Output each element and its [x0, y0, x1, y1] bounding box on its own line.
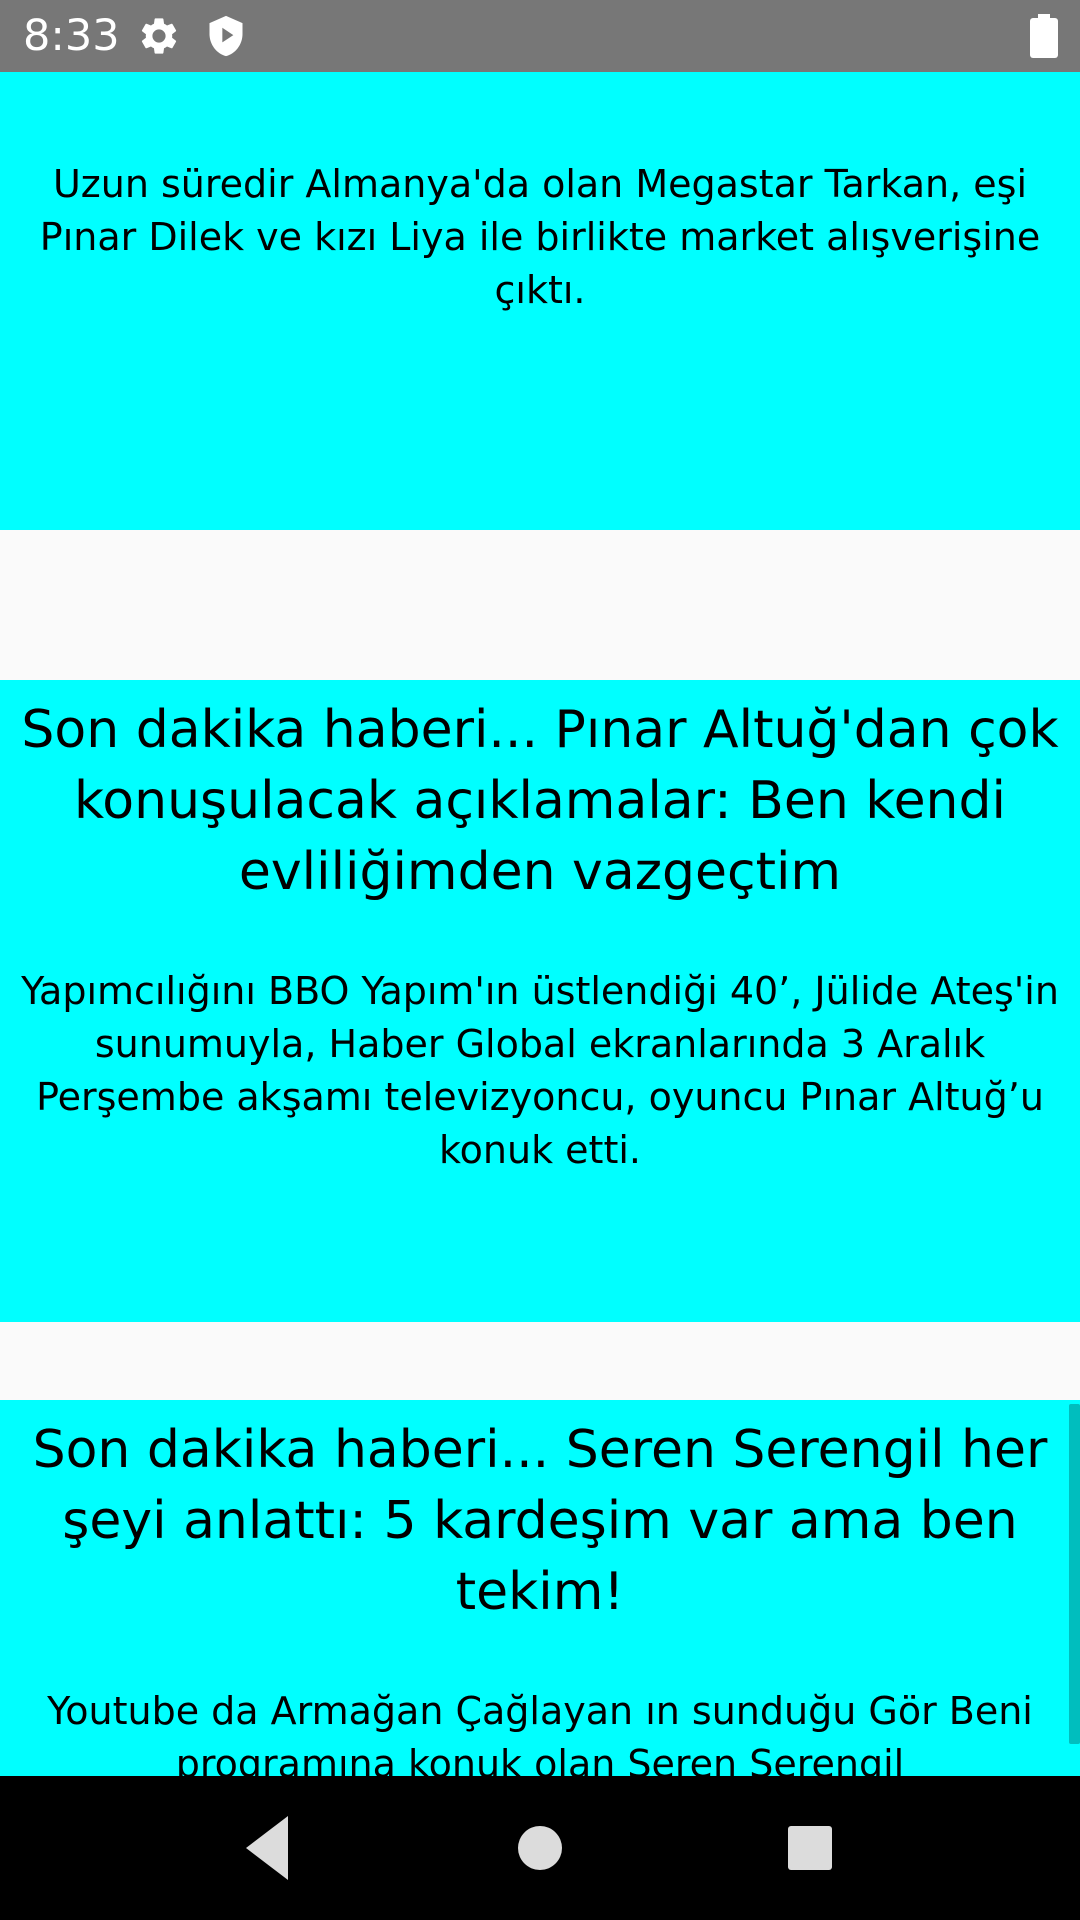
- news-title: Son dakika haberi... Seren Serengil her …: [32, 1420, 1048, 1622]
- shield-play-icon: [204, 14, 248, 58]
- navigation-bar: [0, 1776, 1080, 1920]
- news-card[interactable]: Son dakika haberi... Pınar Altuğ'dan çok…: [0, 680, 1080, 1322]
- status-time: 8:33: [23, 11, 120, 61]
- battery-icon: [1030, 14, 1058, 58]
- gear-icon: [137, 14, 181, 58]
- news-card[interactable]: Son dakika haberi... Seren Serengil her …: [0, 1400, 1080, 1776]
- news-summary: Youtube da Armağan Çağlayan ın sunduğu G…: [47, 1689, 1033, 1776]
- home-icon[interactable]: [494, 1802, 586, 1894]
- news-title: market: [0, 72, 1080, 85]
- news-title: Son dakika haberi... Pınar Altuğ'dan çok…: [21, 700, 1059, 902]
- news-summary: Uzun süredir Almanya'da olan Megastar Ta…: [39, 162, 1041, 312]
- recents-icon[interactable]: [764, 1802, 856, 1894]
- news-feed[interactable]: market Uzun süredir Almanya'da olan Mega…: [0, 72, 1080, 1776]
- back-icon[interactable]: [222, 1802, 314, 1894]
- scrollbar[interactable]: [1069, 1404, 1080, 1744]
- news-card[interactable]: market Uzun süredir Almanya'da olan Mega…: [0, 72, 1080, 530]
- status-bar: 8:33: [0, 0, 1080, 72]
- news-summary: Yapımcılığını BBO Yapım'ın üstlendiği 40…: [21, 969, 1059, 1172]
